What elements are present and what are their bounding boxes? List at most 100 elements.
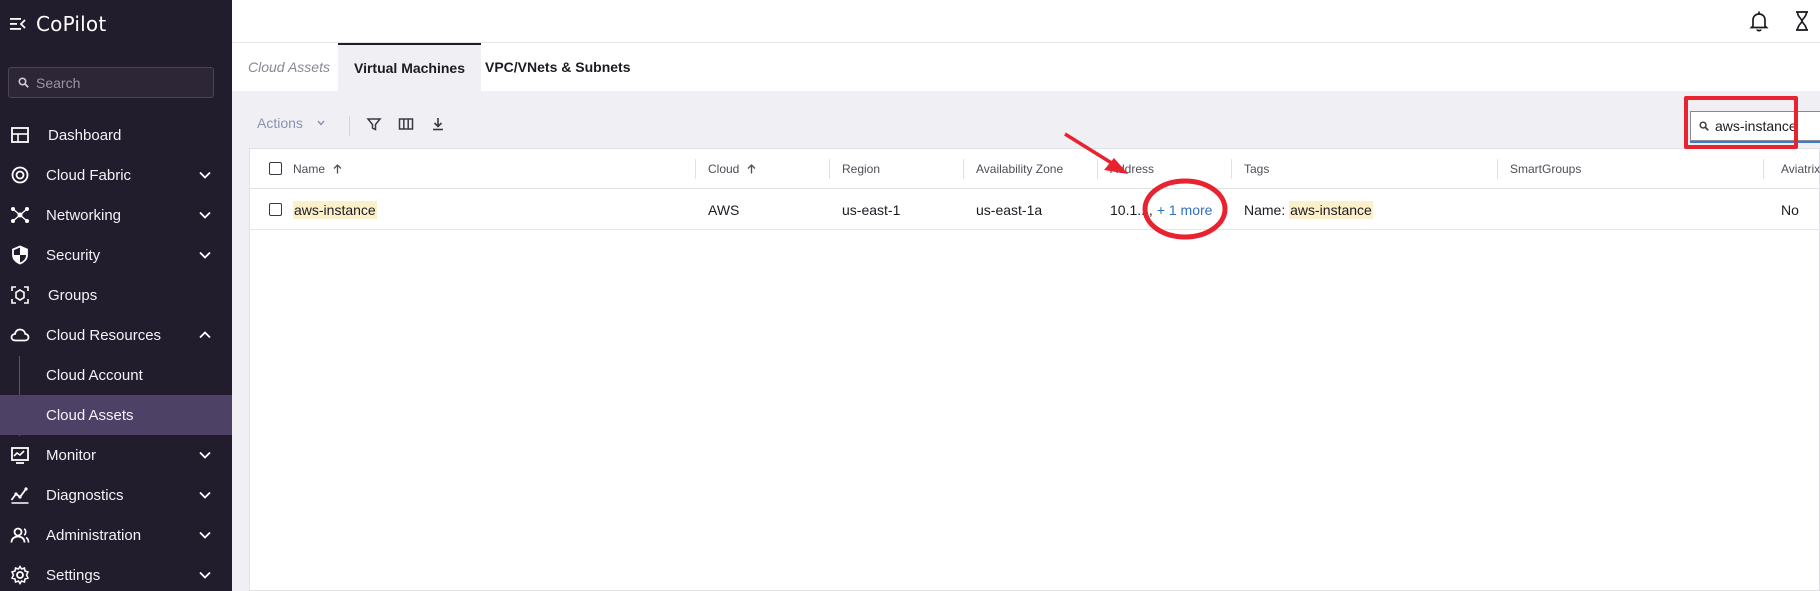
brand: CoPilot xyxy=(10,10,106,38)
column-label: Cloud xyxy=(708,162,740,176)
table-row[interactable]: aws-instance AWS us-east-1 us-east-1a 10… xyxy=(250,190,1820,230)
chevron-up-icon xyxy=(199,331,211,339)
column-label: Aviatrix xyxy=(1781,162,1820,176)
annotation-highlight-box xyxy=(1684,96,1798,149)
tab-cloud-assets[interactable]: Cloud Assets xyxy=(232,43,346,91)
sidebar: CoPilot Dashboard Cloud Fabric xyxy=(0,0,232,591)
tab-bar: Cloud Assets Virtual Machines VPC/VNets … xyxy=(232,43,1820,91)
diagnostics-icon xyxy=(10,487,29,504)
chevron-down-icon xyxy=(199,171,211,179)
column-divider xyxy=(1097,159,1098,179)
column-header-tags[interactable]: Tags xyxy=(1244,149,1269,189)
networking-icon xyxy=(11,207,29,223)
sidebar-item-dashboard[interactable]: Dashboard xyxy=(0,115,232,155)
tab-vpc-vnets-subnets[interactable]: VPC/VNets & Subnets xyxy=(469,43,646,91)
column-label: Address xyxy=(1110,162,1155,176)
sidebar-item-security[interactable]: Security xyxy=(0,235,232,275)
sidebar-search[interactable] xyxy=(8,67,214,98)
sidebar-item-label: Groups xyxy=(48,286,98,304)
sidebar-item-monitor[interactable]: Monitor xyxy=(0,435,232,475)
download-icon[interactable] xyxy=(429,115,447,133)
columns-icon[interactable] xyxy=(397,115,415,133)
region-value: us-east-1 xyxy=(842,202,901,218)
column-divider xyxy=(1231,159,1232,179)
bell-icon[interactable] xyxy=(1749,10,1769,32)
column-header-availability-zone[interactable]: Availability Zone xyxy=(976,149,1063,189)
toolbar-divider xyxy=(349,116,350,136)
monitor-icon xyxy=(11,447,29,464)
column-header-region[interactable]: Region xyxy=(842,149,880,189)
sidebar-item-label: Cloud Resources xyxy=(46,326,162,344)
sidebar-item-cloud-resources[interactable]: Cloud Resources xyxy=(0,315,232,355)
cell-availability-zone: us-east-1a xyxy=(976,190,1042,230)
menu-collapse-icon[interactable] xyxy=(10,17,26,31)
main-content: Actions Name xyxy=(232,91,1820,591)
sidebar-subitem-cloud-account[interactable]: Cloud Account xyxy=(0,355,232,395)
chevron-down-icon xyxy=(199,451,211,459)
sidebar-item-label: Monitor xyxy=(46,446,97,464)
chevron-down-icon xyxy=(199,211,211,219)
column-divider xyxy=(1763,159,1764,179)
chevron-down-icon xyxy=(199,571,211,579)
search-icon xyxy=(18,77,29,88)
select-all-checkbox[interactable] xyxy=(269,162,282,175)
cell-tags: Name: aws-instance xyxy=(1244,190,1373,230)
administration-icon xyxy=(10,527,30,543)
cloud-icon xyxy=(10,328,30,342)
address-separator: , xyxy=(1148,202,1153,218)
column-header-name[interactable]: Name xyxy=(293,149,342,189)
row-checkbox[interactable] xyxy=(269,203,282,216)
actions-dropdown[interactable]: Actions xyxy=(257,115,325,131)
column-divider xyxy=(1497,159,1498,179)
column-divider xyxy=(829,159,830,179)
column-label: SmartGroups xyxy=(1510,162,1582,176)
cell-address: 10.1..., + 1 more xyxy=(1110,190,1212,230)
sidebar-item-networking[interactable]: Networking xyxy=(0,195,232,235)
tag-key: Name: xyxy=(1244,202,1286,218)
column-header-smartgroups[interactable]: SmartGroups xyxy=(1510,149,1581,189)
sidebar-item-label: Administration xyxy=(46,526,142,544)
column-header-cloud[interactable]: Cloud xyxy=(708,149,756,189)
tab-label: Cloud Assets xyxy=(248,59,330,75)
sidebar-search-input[interactable] xyxy=(36,74,206,91)
sidebar-item-label: Cloud Fabric xyxy=(46,166,132,184)
shield-icon xyxy=(12,245,28,265)
sidebar-item-groups[interactable]: Groups xyxy=(0,275,232,315)
table-header: Name Cloud Region Availability Zone Addr… xyxy=(250,149,1820,189)
address-value: 10.1... xyxy=(1110,202,1149,218)
column-label: Region xyxy=(842,162,881,176)
virtual-machines-table: Name Cloud Region Availability Zone Addr… xyxy=(249,148,1820,591)
table-toolbar: Actions xyxy=(232,91,1820,147)
sidebar-item-label: Security xyxy=(46,246,101,264)
sidebar-item-cloud-fabric[interactable]: Cloud Fabric xyxy=(0,155,232,195)
cell-name: aws-instance xyxy=(293,190,377,230)
gear-icon xyxy=(10,565,30,585)
cloud-value: AWS xyxy=(708,202,740,218)
column-header-aviatrix[interactable]: Aviatrix xyxy=(1781,149,1820,189)
sidebar-subitem-cloud-assets[interactable]: Cloud Assets xyxy=(0,395,232,435)
dashboard-icon xyxy=(11,127,29,143)
hourglass-icon[interactable] xyxy=(1792,10,1812,32)
sidebar-subitem-label: Cloud Account xyxy=(46,366,143,384)
sidebar-item-settings[interactable]: Settings xyxy=(0,555,232,591)
column-label: Tags xyxy=(1244,162,1270,176)
column-header-address[interactable]: Address xyxy=(1110,149,1154,189)
filter-icon[interactable] xyxy=(365,115,383,133)
top-bar xyxy=(232,0,1820,43)
column-divider xyxy=(963,159,964,179)
sidebar-item-diagnostics[interactable]: Diagnostics xyxy=(0,475,232,515)
chevron-down-icon xyxy=(199,251,211,259)
actions-label: Actions xyxy=(257,115,303,131)
tag-value: aws-instance xyxy=(1289,201,1373,219)
name-value[interactable]: aws-instance xyxy=(293,201,377,219)
column-label: Name xyxy=(293,162,326,176)
sidebar-subitem-label: Cloud Assets xyxy=(46,406,134,424)
cloud-fabric-icon xyxy=(11,166,29,184)
chevron-down-icon xyxy=(199,531,211,539)
sidebar-item-administration[interactable]: Administration xyxy=(0,515,232,555)
address-more-link[interactable]: + 1 more xyxy=(1157,202,1213,218)
chevron-down-icon xyxy=(199,491,211,499)
tab-virtual-machines[interactable]: Virtual Machines xyxy=(338,43,482,91)
tab-label: Virtual Machines xyxy=(354,60,466,76)
column-divider xyxy=(695,159,696,179)
